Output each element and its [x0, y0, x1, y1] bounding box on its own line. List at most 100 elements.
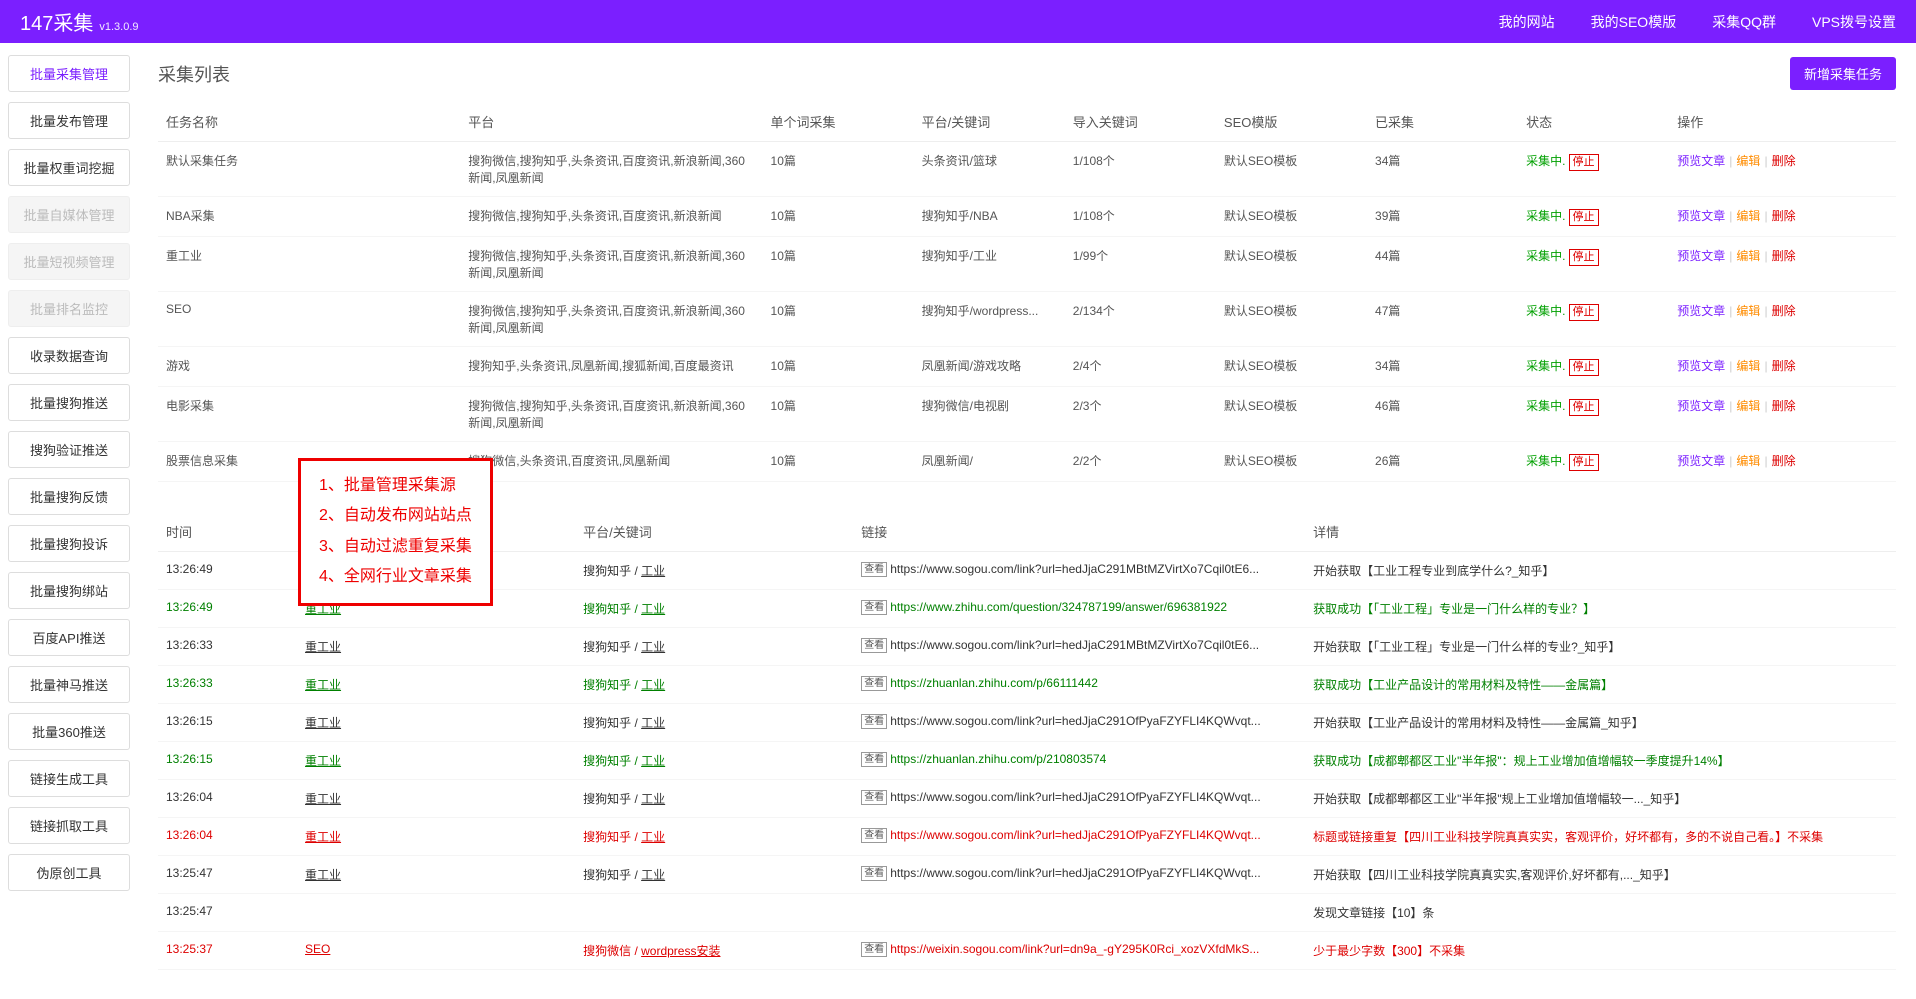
log-row: 13:26:15重工业搜狗知乎 / 工业查看https://www.sogou.…: [158, 704, 1896, 742]
view-badge[interactable]: 查看: [861, 676, 887, 691]
view-badge[interactable]: 查看: [861, 600, 887, 615]
edit-link[interactable]: 编辑: [1736, 399, 1760, 413]
task-cell-tpl: 默认SEO模板: [1216, 292, 1367, 347]
add-task-button[interactable]: 新增采集任务: [1790, 57, 1896, 90]
top-nav-item-2[interactable]: 采集QQ群: [1712, 12, 1776, 32]
log-task-link[interactable]: 重工业: [305, 678, 341, 692]
task-cell-col: 39篇: [1367, 197, 1518, 237]
log-task-link[interactable]: 重工业: [305, 716, 341, 730]
log-task-link[interactable]: SEO: [305, 942, 330, 956]
sidebar-item-10[interactable]: 批量搜狗投诉: [8, 525, 130, 562]
log-task: 重工业: [297, 742, 575, 780]
log-kw-link[interactable]: 工业: [641, 602, 665, 616]
view-badge[interactable]: 查看: [861, 562, 887, 577]
top-nav-item-0[interactable]: 我的网站: [1499, 12, 1555, 32]
preview-link[interactable]: 预览文章: [1677, 359, 1725, 373]
sidebar-item-0[interactable]: 批量采集管理: [8, 55, 130, 92]
sidebar-item-16[interactable]: 链接抓取工具: [8, 807, 130, 844]
log-task-link[interactable]: 重工业: [305, 830, 341, 844]
view-badge[interactable]: 查看: [861, 638, 887, 653]
sidebar-item-9[interactable]: 批量搜狗反馈: [8, 478, 130, 515]
sidebar-item-12[interactable]: 百度API推送: [8, 619, 130, 656]
view-badge[interactable]: 查看: [861, 752, 887, 767]
sidebar-item-8[interactable]: 搜狗验证推送: [8, 431, 130, 468]
log-link: [853, 894, 1305, 932]
view-badge[interactable]: 查看: [861, 866, 887, 881]
task-ops: 预览文章|编辑|删除: [1669, 237, 1896, 292]
edit-link[interactable]: 编辑: [1736, 304, 1760, 318]
sidebar-item-14[interactable]: 批量360推送: [8, 713, 130, 750]
sidebar-item-6[interactable]: 收录数据查询: [8, 337, 130, 374]
view-badge[interactable]: 查看: [861, 942, 887, 957]
log-task: 重工业: [297, 856, 575, 894]
stop-button[interactable]: 停止: [1569, 399, 1599, 416]
preview-link[interactable]: 预览文章: [1677, 209, 1725, 223]
task-cell-kw: 凤凰新闻/游戏攻略: [914, 347, 1065, 387]
preview-link[interactable]: 预览文章: [1677, 304, 1725, 318]
sidebar-item-7[interactable]: 批量搜狗推送: [8, 384, 130, 421]
task-ops: 预览文章|编辑|删除: [1669, 197, 1896, 237]
edit-link[interactable]: 编辑: [1736, 454, 1760, 468]
task-ops: 预览文章|编辑|删除: [1669, 442, 1896, 482]
top-nav-item-3[interactable]: VPS拨号设置: [1812, 12, 1896, 32]
stop-button[interactable]: 停止: [1569, 359, 1599, 376]
stop-button[interactable]: 停止: [1569, 454, 1599, 471]
sidebar-item-11[interactable]: 批量搜狗绑站: [8, 572, 130, 609]
sidebar-item-17[interactable]: 伪原创工具: [8, 854, 130, 891]
log-link: 查看https://www.zhihu.com/question/3247871…: [853, 590, 1305, 628]
sidebar-item-1[interactable]: 批量发布管理: [8, 102, 130, 139]
log-kw-link[interactable]: 工业: [641, 868, 665, 882]
task-cell-kw: 头条资讯/篮球: [914, 142, 1065, 197]
task-cell-tpl: 默认SEO模板: [1216, 197, 1367, 237]
task-row: 默认采集任务搜狗微信,搜狗知乎,头条资讯,百度资讯,新浪新闻,360新闻,凤凰新…: [158, 142, 1896, 197]
preview-link[interactable]: 预览文章: [1677, 454, 1725, 468]
log-kw-link[interactable]: 工业: [641, 564, 665, 578]
log-kw-link[interactable]: 工业: [641, 716, 665, 730]
view-badge[interactable]: 查看: [861, 790, 887, 805]
log-kw-link[interactable]: wordpress安装: [641, 944, 720, 958]
log-task-link[interactable]: 重工业: [305, 640, 341, 654]
edit-link[interactable]: 编辑: [1736, 209, 1760, 223]
stop-button[interactable]: 停止: [1569, 304, 1599, 321]
edit-link[interactable]: 编辑: [1736, 359, 1760, 373]
delete-link[interactable]: 删除: [1772, 209, 1796, 223]
delete-link[interactable]: 删除: [1772, 154, 1796, 168]
log-kw-link[interactable]: 工业: [641, 830, 665, 844]
stop-button[interactable]: 停止: [1569, 154, 1599, 171]
log-link: 查看https://zhuanlan.zhihu.com/p/66111442: [853, 666, 1305, 704]
edit-link[interactable]: 编辑: [1736, 249, 1760, 263]
log-detail: 标题或链接重复【四川工业科技学院真真实实，客观评价，好坏都有，多的不说自己看。】…: [1305, 818, 1896, 856]
stop-button[interactable]: 停止: [1569, 209, 1599, 226]
top-nav-item-1[interactable]: 我的SEO模版: [1591, 12, 1677, 32]
log-task-link[interactable]: 重工业: [305, 868, 341, 882]
log-kw-link[interactable]: 工业: [641, 678, 665, 692]
log-kw-link[interactable]: 工业: [641, 754, 665, 768]
sidebar-item-2[interactable]: 批量权重词挖掘: [8, 149, 130, 186]
tasks-col-8: 操作: [1669, 102, 1896, 142]
task-cell-platform: 搜狗微信,搜狗知乎,头条资讯,百度资讯,新浪新闻,360新闻,凤凰新闻: [460, 142, 762, 197]
delete-link[interactable]: 删除: [1772, 399, 1796, 413]
view-badge[interactable]: 查看: [861, 828, 887, 843]
preview-link[interactable]: 预览文章: [1677, 249, 1725, 263]
log-kw-link[interactable]: 工业: [641, 792, 665, 806]
delete-link[interactable]: 删除: [1772, 359, 1796, 373]
log-task-link[interactable]: 重工业: [305, 754, 341, 768]
logs-col-0: 时间: [158, 512, 297, 552]
log-time: 13:26:33: [158, 628, 297, 666]
delete-link[interactable]: 删除: [1772, 454, 1796, 468]
log-kw-link[interactable]: 工业: [641, 640, 665, 654]
view-badge[interactable]: 查看: [861, 714, 887, 729]
log-time: 13:26:04: [158, 818, 297, 856]
stop-button[interactable]: 停止: [1569, 249, 1599, 266]
preview-link[interactable]: 预览文章: [1677, 154, 1725, 168]
preview-link[interactable]: 预览文章: [1677, 399, 1725, 413]
tasks-col-3: 平台/关键词: [914, 102, 1065, 142]
sidebar-item-15[interactable]: 链接生成工具: [8, 760, 130, 797]
sidebar-item-5: 批量排名监控: [8, 290, 130, 327]
status-running-label: 采集中.: [1526, 399, 1565, 413]
delete-link[interactable]: 删除: [1772, 304, 1796, 318]
log-task-link[interactable]: 重工业: [305, 792, 341, 806]
sidebar-item-13[interactable]: 批量神马推送: [8, 666, 130, 703]
delete-link[interactable]: 删除: [1772, 249, 1796, 263]
edit-link[interactable]: 编辑: [1736, 154, 1760, 168]
